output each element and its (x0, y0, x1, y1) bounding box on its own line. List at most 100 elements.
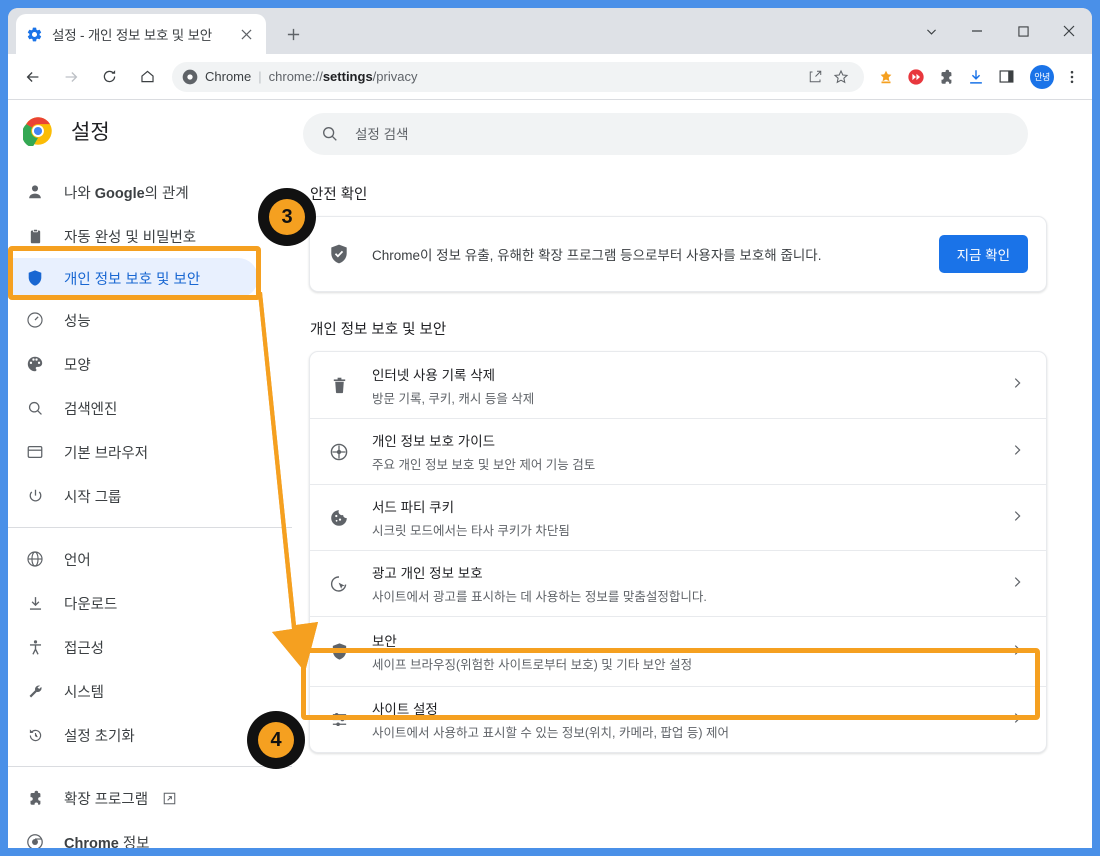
sidebar-item-label: 설정 초기화 (64, 728, 135, 745)
sidebar-divider (8, 527, 292, 528)
sidebar-item-google-account[interactable]: 나와 Google의 관계 (8, 170, 292, 214)
puzzle-icon (24, 787, 46, 809)
red-fast-forward-icon[interactable] (902, 63, 930, 91)
sidebar-item-label: Chrome 정보 (64, 835, 150, 849)
download-icon (24, 592, 46, 614)
row-subtitle: 사이트에서 사용하고 표시할 수 있는 정보(위치, 카메라, 팝업 등) 제어 (372, 726, 730, 740)
new-tab-button[interactable] (280, 21, 306, 47)
address-bar[interactable]: Chrome | chrome://settings/privacy (172, 61, 864, 92)
magnifier-icon (24, 397, 46, 419)
row-text: 광고 개인 정보 보호 사이트에서 광고를 표시하는 데 사용하는 정보를 맞춤… (372, 562, 1010, 605)
sidebar-item-label: 성능 (64, 313, 91, 330)
omnibox-separator: | (258, 69, 262, 84)
row-security[interactable]: 보안 세이프 브라우징(위험한 사이트로부터 보호) 및 기타 보안 설정 (310, 616, 1046, 686)
sidebar-item-privacy-security[interactable]: 개인 정보 보호 및 보안 (8, 258, 258, 298)
step-badge-4: 4 (247, 711, 305, 769)
omnibox-actions (802, 64, 854, 90)
step-badge-3-number: 3 (269, 199, 305, 235)
window-controls (908, 8, 1092, 54)
safety-check-row: Chrome이 정보 유출, 유해한 확장 프로그램 등으로부터 사용자를 보호… (310, 217, 1046, 291)
search-icon (323, 127, 337, 141)
sidebar-item-label: 기본 브라우저 (64, 445, 149, 462)
row-title: 인터넷 사용 기록 삭제 (372, 367, 496, 383)
history-reset-icon (24, 724, 46, 746)
sidebar-item-label: 개인 정보 보호 및 보안 (64, 271, 201, 288)
forward-button[interactable] (56, 62, 86, 92)
close-icon[interactable] (236, 24, 256, 44)
omnibox-scheme: Chrome (205, 69, 252, 84)
row-title: 보안 (372, 634, 397, 649)
row-text: 개인 정보 보호 가이드 주요 개인 정보 보호 및 보안 제어 기능 검토 (372, 430, 1010, 473)
chrome-icon (182, 69, 198, 84)
row-title: 서드 파티 쿠키 (372, 500, 455, 515)
browser-window-icon (24, 441, 46, 463)
search-settings-box[interactable] (303, 113, 1028, 155)
orange-extension-icon[interactable] (872, 63, 900, 91)
ad-privacy-icon (328, 573, 350, 595)
three-dot-menu-icon[interactable] (1058, 63, 1086, 91)
chevron-right-icon (1010, 509, 1028, 527)
back-button[interactable] (18, 62, 48, 92)
sidebar-item-accessibility[interactable]: 접근성 (8, 625, 292, 669)
sidebar-item-about-chrome[interactable]: Chrome 정보 (8, 820, 292, 848)
minimize-button[interactable] (954, 8, 1000, 54)
external-link-icon[interactable] (162, 791, 177, 806)
sidebar-item-on-startup[interactable]: 시작 그룹 (8, 474, 292, 518)
sidebar-item-label: 다운로드 (64, 596, 118, 613)
privacy-settings-card: 인터넷 사용 기록 삭제 방문 기록, 쿠키, 캐시 등을 삭제 개인 정보 보… (309, 351, 1047, 753)
search-input[interactable] (353, 125, 1010, 143)
row-third-party-cookies[interactable]: 서드 파티 쿠키 시크릿 모드에서는 타사 쿠키가 차단됨 (310, 484, 1046, 550)
browser-tab[interactable]: 설정 - 개인 정보 보호 및 보안 (16, 14, 266, 54)
sidebar-item-downloads[interactable]: 다운로드 (8, 581, 292, 625)
row-text: 보안 세이프 브라우징(위험한 사이트로부터 보호) 및 기타 보안 설정 (372, 630, 1010, 673)
chevron-right-icon (1010, 376, 1028, 394)
accessibility-icon (24, 636, 46, 658)
sidebar-item-extensions[interactable]: 확장 프로그램 (8, 776, 292, 820)
share-icon[interactable] (802, 64, 828, 90)
maximize-button[interactable] (1000, 8, 1046, 54)
tab-strip: 설정 - 개인 정보 보호 및 보안 (8, 8, 1092, 54)
sidebar-item-languages[interactable]: 언어 (8, 537, 292, 581)
bookmark-star-icon[interactable] (828, 64, 854, 90)
sidebar-item-default-browser[interactable]: 기본 브라우저 (8, 430, 292, 474)
side-panel-icon[interactable] (992, 63, 1020, 91)
clipboard-icon (24, 225, 46, 247)
row-ad-privacy[interactable]: 광고 개인 정보 보호 사이트에서 광고를 표시하는 데 사용하는 정보를 맞춤… (310, 550, 1046, 616)
sidebar-item-label: 시스템 (64, 684, 105, 701)
avatar[interactable]: 안녕 (1030, 64, 1054, 89)
sidebar-item-appearance[interactable]: 모양 (8, 342, 292, 386)
guide-compass-icon (328, 441, 350, 463)
row-subtitle: 사이트에서 광고를 표시하는 데 사용하는 정보를 맞춤설정합니다. (372, 590, 707, 604)
puzzle-extensions-icon[interactable] (932, 63, 960, 91)
sidebar-item-search-engine[interactable]: 검색엔진 (8, 386, 292, 430)
chrome-circle-icon (24, 831, 46, 848)
tab-title: 설정 - 개인 정보 보호 및 보안 (52, 28, 213, 43)
row-text: 인터넷 사용 기록 삭제 방문 기록, 쿠키, 캐시 등을 삭제 (372, 364, 1010, 407)
sidebar-item-system[interactable]: 시스템 (8, 669, 292, 713)
sidebar-item-autofill[interactable]: 자동 완성 및 비밀번호 (8, 214, 292, 258)
row-title: 광고 개인 정보 보호 (372, 566, 483, 581)
sidebar-item-label: 모양 (64, 357, 91, 374)
safety-check-heading: 안전 확인 (310, 187, 368, 203)
row-privacy-guide[interactable]: 개인 정보 보호 가이드 주요 개인 정보 보호 및 보안 제어 기능 검토 (310, 418, 1046, 484)
sidebar-item-performance[interactable]: 성능 (8, 298, 292, 342)
row-clear-browsing-data[interactable]: 인터넷 사용 기록 삭제 방문 기록, 쿠키, 캐시 등을 삭제 (310, 352, 1046, 418)
home-button[interactable] (132, 62, 162, 92)
settings-main-content: 안전 확인 Chrome이 정보 유출, 유해한 확장 프로그램 등으로부터 사… (292, 162, 1092, 848)
safety-check-text: Chrome이 정보 유출, 유해한 확장 프로그램 등으로부터 사용자를 보호… (372, 248, 822, 263)
row-title: 개인 정보 보호 가이드 (372, 434, 496, 449)
chevron-right-icon (1010, 443, 1028, 461)
tab-search-button[interactable] (908, 8, 954, 54)
chevron-right-icon (1010, 575, 1028, 593)
safety-check-card: Chrome이 정보 유출, 유해한 확장 프로그램 등으로부터 사용자를 보호… (309, 216, 1047, 292)
row-subtitle: 세이프 브라우징(위험한 사이트로부터 보호) 및 기타 보안 설정 (372, 658, 693, 672)
row-site-settings[interactable]: 사이트 설정 사이트에서 사용하고 표시할 수 있는 정보(위치, 카메라, 팝… (310, 686, 1046, 752)
download-icon[interactable] (962, 63, 990, 91)
settings-header: 설정 (8, 100, 1092, 162)
step-badge-4-number: 4 (258, 722, 294, 758)
reload-button[interactable] (94, 62, 124, 92)
close-window-button[interactable] (1046, 8, 1092, 54)
privacy-security-heading: 개인 정보 보호 및 보안 (310, 322, 447, 338)
sidebar-item-label: 검색엔진 (64, 401, 118, 418)
check-now-button[interactable]: 지금 확인 (938, 235, 1028, 273)
